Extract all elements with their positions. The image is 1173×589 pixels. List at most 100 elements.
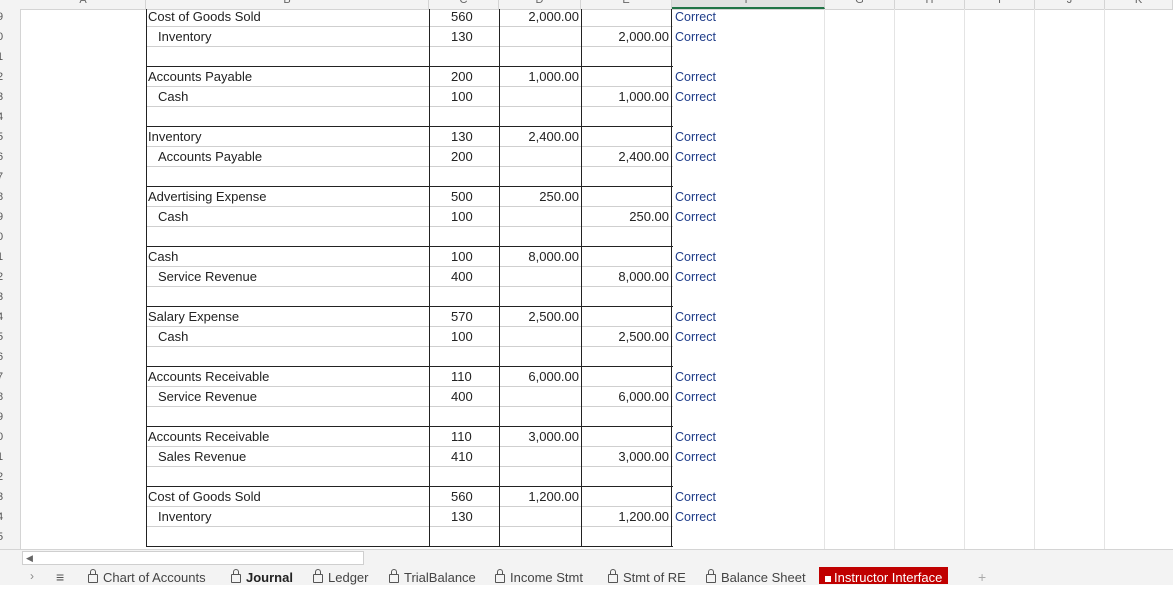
tab-chart-of-accounts[interactable]: Chart of Accounts [88, 569, 206, 585]
row-number[interactable]: 3 [0, 487, 17, 507]
journal-entry-debit-row[interactable]: Accounts Payable 200 1,000.00 Correct [21, 67, 1173, 87]
debit-ref-cell[interactable]: 100 [429, 247, 499, 267]
row-number[interactable]: 8 [0, 387, 17, 407]
column-header-k[interactable]: K [1105, 0, 1173, 9]
check-result-cell[interactable]: Correct [672, 427, 716, 447]
debit-ref-cell[interactable]: 570 [429, 307, 499, 327]
credit-amount-cell[interactable]: 6,000.00 [581, 387, 671, 407]
row-number[interactable]: 5 [0, 527, 17, 547]
credit-amount-cell[interactable]: 1,200.00 [581, 507, 671, 527]
tab-trialbalance[interactable]: TrialBalance [389, 569, 476, 585]
credit-account-cell[interactable]: Cash [146, 207, 188, 227]
check-result-cell[interactable]: Correct [672, 487, 716, 507]
check-result-cell[interactable]: Correct [672, 147, 716, 167]
row-number[interactable]: 0 [0, 27, 17, 47]
debit-amount-cell[interactable]: 1,000.00 [499, 67, 581, 87]
row-number[interactable]: 4 [0, 107, 17, 127]
row-number[interactable]: 6 [0, 147, 17, 167]
check-result-cell[interactable]: Correct [672, 87, 716, 107]
column-header-e[interactable]: E [581, 0, 672, 9]
tab-balance-sheet[interactable]: Balance Sheet [706, 569, 806, 585]
row-number[interactable]: 1 [0, 47, 17, 67]
journal-entry-credit-row[interactable]: Cash 100 250.00 Correct [21, 207, 1173, 227]
debit-ref-cell[interactable]: 560 [429, 487, 499, 507]
journal-grid[interactable]: Cost of Goods Sold 560 2,000.00 Correct … [21, 9, 1173, 549]
tab-ledger[interactable]: Ledger [313, 569, 368, 585]
check-result-cell[interactable]: Correct [672, 267, 716, 287]
credit-amount-cell[interactable]: 2,500.00 [581, 327, 671, 347]
column-header-b[interactable]: B [146, 0, 429, 9]
credit-ref-cell[interactable]: 100 [429, 327, 499, 347]
debit-account-cell[interactable]: Advertising Expense [146, 187, 267, 207]
journal-entry-credit-row[interactable]: Cash 100 1,000.00 Correct [21, 87, 1173, 107]
credit-account-cell[interactable]: Sales Revenue [146, 447, 246, 467]
credit-account-cell[interactable]: Service Revenue [146, 387, 257, 407]
check-result-cell[interactable]: Correct [672, 187, 716, 207]
credit-ref-cell[interactable]: 200 [429, 147, 499, 167]
debit-ref-cell[interactable]: 500 [429, 187, 499, 207]
credit-ref-cell[interactable]: 400 [429, 267, 499, 287]
credit-ref-cell[interactable]: 400 [429, 387, 499, 407]
check-result-cell[interactable]: Correct [672, 367, 716, 387]
credit-amount-cell[interactable]: 2,400.00 [581, 147, 671, 167]
row-number[interactable]: 2 [0, 267, 17, 287]
debit-amount-cell[interactable]: 8,000.00 [499, 247, 581, 267]
journal-entry-credit-row[interactable]: Inventory 130 2,000.00 Correct [21, 27, 1173, 47]
credit-amount-cell[interactable]: 2,000.00 [581, 27, 671, 47]
debit-account-cell[interactable]: Accounts Receivable [146, 367, 269, 387]
credit-ref-cell[interactable]: 100 [429, 207, 499, 227]
row-number[interactable]: 9 [0, 207, 17, 227]
row-number[interactable]: 9 [0, 407, 17, 427]
row-number[interactable]: 9 [0, 9, 17, 27]
column-header-g[interactable]: G [825, 0, 895, 9]
tab-income-stmt[interactable]: Income Stmt [495, 569, 583, 585]
add-sheet-button[interactable]: + [978, 569, 986, 585]
check-result-cell[interactable]: Correct [672, 207, 716, 227]
credit-account-cell[interactable]: Inventory [146, 507, 211, 527]
debit-ref-cell[interactable]: 560 [429, 9, 499, 27]
journal-entry-credit-row[interactable]: Inventory 130 1,200.00 Correct [21, 507, 1173, 527]
row-number[interactable]: 6 [0, 347, 17, 367]
debit-account-cell[interactable]: Accounts Payable [146, 67, 252, 87]
check-result-cell[interactable]: Correct [672, 507, 716, 527]
debit-amount-cell[interactable]: 6,000.00 [499, 367, 581, 387]
credit-ref-cell[interactable]: 130 [429, 27, 499, 47]
journal-entry-debit-row[interactable]: Advertising Expense 500 250.00 Correct [21, 187, 1173, 207]
check-result-cell[interactable]: Correct [672, 327, 716, 347]
tab-journal[interactable]: Journal [231, 569, 293, 585]
row-number[interactable]: 4 [0, 507, 17, 527]
debit-amount-cell[interactable]: 2,000.00 [499, 9, 581, 27]
journal-entry-debit-row[interactable]: Accounts Receivable 110 3,000.00 Correct [21, 427, 1173, 447]
journal-entry-debit-row[interactable]: Cost of Goods Sold 560 2,000.00 Correct [21, 9, 1173, 27]
row-number[interactable]: 1 [0, 247, 17, 267]
check-result-cell[interactable]: Correct [672, 247, 716, 267]
credit-ref-cell[interactable]: 410 [429, 447, 499, 467]
credit-amount-cell[interactable]: 250.00 [581, 207, 671, 227]
check-result-cell[interactable]: Correct [672, 447, 716, 467]
row-number[interactable]: 7 [0, 367, 17, 387]
debit-amount-cell[interactable]: 3,000.00 [499, 427, 581, 447]
journal-entry-debit-row[interactable]: Cost of Goods Sold 560 1,200.00 Correct [21, 487, 1173, 507]
journal-entry-debit-row[interactable]: Accounts Receivable 110 6,000.00 Correct [21, 367, 1173, 387]
debit-amount-cell[interactable]: 1,200.00 [499, 487, 581, 507]
journal-entry-debit-row[interactable]: Cash 100 8,000.00 Correct [21, 247, 1173, 267]
journal-entry-credit-row[interactable]: Sales Revenue 410 3,000.00 Correct [21, 447, 1173, 467]
debit-amount-cell[interactable]: 2,500.00 [499, 307, 581, 327]
debit-amount-cell[interactable]: 2,400.00 [499, 127, 581, 147]
credit-amount-cell[interactable]: 8,000.00 [581, 267, 671, 287]
column-header-j[interactable]: J [1035, 0, 1105, 9]
debit-ref-cell[interactable]: 130 [429, 127, 499, 147]
check-result-cell[interactable]: Correct [672, 127, 716, 147]
column-header-i[interactable]: I [965, 0, 1035, 9]
credit-ref-cell[interactable]: 130 [429, 507, 499, 527]
debit-ref-cell[interactable]: 110 [429, 427, 499, 447]
check-result-cell[interactable]: Correct [672, 9, 716, 27]
journal-entry-credit-row[interactable]: Cash 100 2,500.00 Correct [21, 327, 1173, 347]
debit-account-cell[interactable]: Cost of Goods Sold [146, 9, 261, 27]
row-number[interactable]: 1 [0, 447, 17, 467]
row-number[interactable]: 8 [0, 187, 17, 207]
credit-account-cell[interactable]: Accounts Payable [146, 147, 262, 167]
debit-ref-cell[interactable]: 110 [429, 367, 499, 387]
row-number[interactable]: 4 [0, 307, 17, 327]
debit-account-cell[interactable]: Inventory [146, 127, 201, 147]
